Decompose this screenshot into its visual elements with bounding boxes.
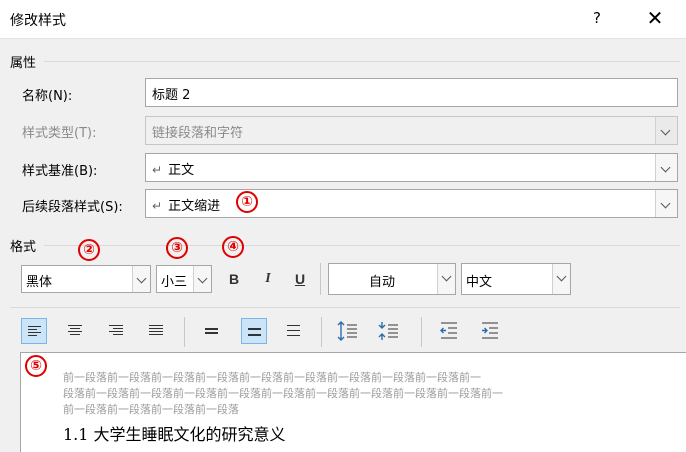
chevron-down-icon[interactable] (655, 154, 677, 181)
toolbar-separator (184, 317, 185, 347)
double-spacing-button[interactable] (281, 318, 307, 344)
preview-heading-text: 1.1 大学生睡眠文化的研究意义 (63, 425, 286, 444)
format-section-title: 格式 (10, 240, 37, 255)
decrease-indent-button[interactable] (436, 318, 462, 344)
callout-3: ③ (166, 237, 188, 259)
font-name-select[interactable]: 黑体 (21, 265, 151, 293)
next-para-style-value: 正文缩进 (168, 199, 221, 214)
italic-button[interactable]: I (255, 266, 281, 292)
decrease-paragraph-spacing-icon (376, 322, 402, 348)
toolbar-divider (10, 307, 680, 308)
callout-1: ① (236, 191, 258, 213)
style-type-value: 链接段落和字符 (152, 126, 244, 141)
chevron-down-icon (655, 117, 677, 144)
callout-2: ② (78, 239, 100, 261)
align-left-button[interactable] (21, 318, 47, 344)
chevron-down-icon[interactable] (437, 264, 455, 294)
callout-5: ⑤ (25, 355, 47, 377)
properties-divider (44, 61, 680, 62)
bold-button[interactable]: B (221, 266, 247, 292)
font-color-value: 自动 (369, 275, 396, 290)
next-para-style-label: 后续段落样式(S): (22, 200, 123, 215)
toolbar-separator (321, 317, 322, 347)
increase-indent-button[interactable] (477, 318, 503, 344)
single-spacing-button[interactable] (199, 318, 225, 344)
decrease-indent-icon (436, 322, 462, 348)
toolbar-separator (421, 317, 422, 347)
decrease-paragraph-spacing-button[interactable] (376, 318, 402, 344)
chevron-down-icon[interactable] (132, 266, 150, 292)
align-right-button[interactable] (103, 318, 129, 344)
chevron-down-icon[interactable] (193, 266, 211, 292)
font-size-value: 小三 (161, 275, 188, 290)
title-bar: 修改样式 ? ✕ (0, 0, 686, 38)
name-label: 名称(N): (22, 89, 73, 104)
script-select[interactable]: 中文 (461, 263, 571, 295)
toolbar-separator (320, 263, 321, 295)
style-based-value: 正文 (168, 163, 195, 178)
style-type-select: 链接段落和字符 (145, 116, 678, 145)
align-center-button[interactable] (62, 318, 88, 344)
chevron-down-icon[interactable] (655, 190, 677, 217)
help-button[interactable]: ? (585, 6, 609, 30)
name-input[interactable]: 标题 2 (145, 78, 678, 107)
callout-4: ④ (222, 236, 244, 258)
paragraph-mark-icon: ↵ (152, 199, 163, 213)
increase-paragraph-spacing-icon (335, 321, 361, 348)
properties-section-title: 属性 (10, 56, 37, 71)
style-based-label: 样式基准(B): (22, 164, 98, 179)
increase-paragraph-spacing-button[interactable] (335, 318, 361, 344)
underline-button[interactable]: U (287, 266, 313, 292)
script-value: 中文 (466, 275, 493, 290)
font-color-select[interactable]: 自动 (328, 263, 456, 295)
paragraph-mark-icon: ↵ (152, 163, 163, 177)
name-input-value: 标题 2 (152, 88, 191, 103)
format-divider (44, 245, 680, 246)
style-based-select[interactable]: ↵ 正文 (145, 153, 678, 182)
preview-previous-paragraph-line: 前一段落前一段落前一段落前一段落 (63, 403, 239, 416)
align-justify-button[interactable] (143, 318, 169, 344)
chevron-down-icon[interactable] (552, 264, 570, 294)
font-size-select[interactable]: 小三 (156, 265, 212, 293)
increase-indent-icon (477, 322, 503, 348)
style-preview-pane: ⑤ 前一段落前一段落前一段落前一段落前一段落前一段落前一段落前一段落前一段落前一… (20, 352, 686, 452)
one-half-spacing-button[interactable] (241, 318, 267, 344)
preview-previous-paragraph-line: 前一段落前一段落前一段落前一段落前一段落前一段落前一段落前一段落前一段落前一 (63, 371, 481, 384)
dialog-title: 修改样式 (10, 13, 66, 29)
preview-previous-paragraph-line: 段落前一段落前一段落前一段落前一段落前一段落前一段落前一段落前一段落前一段落前一 (63, 387, 503, 400)
font-name-value: 黑体 (26, 275, 53, 290)
next-para-style-select[interactable]: ↵ 正文缩进 (145, 189, 678, 218)
style-type-label: 样式类型(T): (22, 126, 97, 141)
close-button[interactable]: ✕ (640, 4, 670, 32)
